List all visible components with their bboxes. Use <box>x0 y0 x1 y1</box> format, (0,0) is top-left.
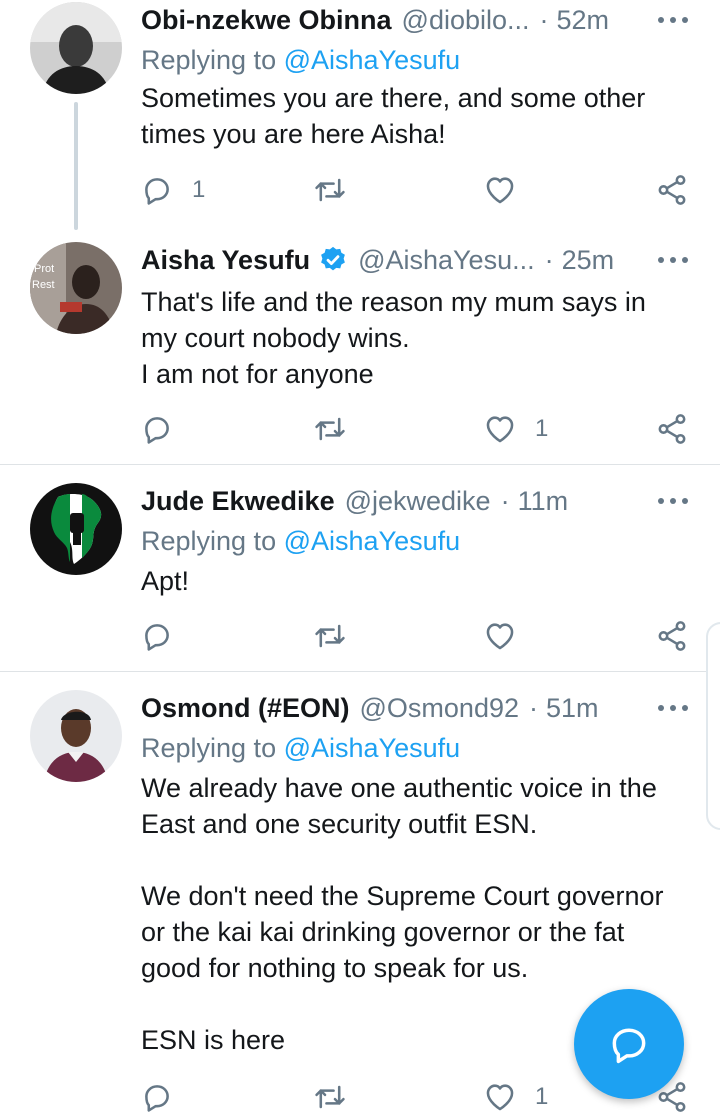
reply-icon <box>140 173 174 207</box>
more-icon[interactable] <box>658 491 688 511</box>
tweet-text-line: Apt! <box>141 566 190 596</box>
reply-count: 1 <box>192 176 206 203</box>
username-handle[interactable]: @jekwedike <box>345 486 491 517</box>
share-icon <box>655 173 689 207</box>
share-button[interactable] <box>655 409 689 449</box>
share-icon <box>655 412 689 446</box>
display-name[interactable]: Osmond (#EON) <box>141 693 350 724</box>
like-button[interactable]: 1 <box>483 409 548 449</box>
display-name[interactable]: Aisha Yesufu <box>141 245 310 276</box>
retweet-icon <box>313 1080 347 1113</box>
retweet-button[interactable] <box>313 1077 347 1113</box>
tweet-text-line: I am not for anyone <box>141 359 374 389</box>
replying-to: Replying to @AishaYesufu <box>141 728 700 768</box>
timestamp[interactable]: 25m <box>562 245 615 276</box>
tweet-obi-nzekwe[interactable]: Obi-nzekwe Obinna @diobilo... · 52m Repl… <box>0 0 720 232</box>
timestamp[interactable]: 52m <box>557 5 610 36</box>
separator: · <box>500 485 510 516</box>
more-icon[interactable] <box>658 10 688 30</box>
avatar[interactable] <box>30 2 122 94</box>
tweet-text-line: We already have one authentic voice in t… <box>141 773 657 803</box>
replying-to-label: Replying to <box>141 45 277 75</box>
tweet-text-line: times you are here Aisha! <box>141 119 446 149</box>
tweet-text-line: good for nothing to speak for us. <box>141 953 529 983</box>
retweet-button[interactable] <box>313 170 347 210</box>
display-name[interactable]: Obi-nzekwe Obinna <box>141 5 392 36</box>
timestamp[interactable]: 51m <box>546 693 599 724</box>
avatar-photo-icon <box>30 690 122 782</box>
svg-text:Rest: Rest <box>32 279 55 291</box>
username-handle[interactable]: @Osmond92 <box>360 693 519 724</box>
tweet-actions: 1 <box>0 170 720 210</box>
verified-badge-icon <box>321 246 345 271</box>
retweet-icon <box>313 173 347 207</box>
replying-to-mention[interactable]: @AishaYesufu <box>284 45 461 75</box>
like-button[interactable] <box>483 616 517 656</box>
tweet-text-line: or the kai kai drinking governor or the … <box>141 917 625 947</box>
reply-button[interactable] <box>140 616 174 656</box>
avatar[interactable] <box>30 483 122 575</box>
reply-icon <box>140 412 174 446</box>
like-count: 1 <box>535 1083 549 1110</box>
avatar-photo-icon: Prot Rest <box>30 242 122 334</box>
display-name[interactable]: Jude Ekwedike <box>141 486 335 517</box>
avatar-photo-icon <box>30 2 122 94</box>
tweet-text-line: We don't need the Supreme Court governor <box>141 881 664 911</box>
compose-icon <box>612 1028 646 1064</box>
edge-panel-handle[interactable] <box>706 622 720 830</box>
retweet-button[interactable] <box>313 409 347 449</box>
replying-to-label: Replying to <box>141 733 277 763</box>
tweet-text-line: Sometimes you are there, and some other <box>141 83 646 113</box>
heart-icon <box>483 173 517 207</box>
replying-to: Replying to @AishaYesufu <box>141 40 700 80</box>
avatar-nigeria-africa-fist-icon <box>30 483 122 575</box>
retweet-icon <box>313 412 347 446</box>
share-button[interactable] <box>655 616 689 656</box>
replying-to-mention[interactable]: @AishaYesufu <box>284 526 461 556</box>
username-handle[interactable]: @AishaYesu... <box>358 245 535 276</box>
reply-button[interactable] <box>140 1077 174 1113</box>
like-button[interactable]: 1 <box>483 1077 548 1113</box>
like-button[interactable] <box>483 170 517 210</box>
timestamp[interactable]: 11m <box>518 486 569 517</box>
replying-to-label: Replying to <box>141 526 277 556</box>
separator: · <box>529 692 538 723</box>
tweet-aisha-yesufu[interactable]: Prot Rest Aisha Yesufu @AishaYesu... · 2… <box>0 232 720 464</box>
tweet-actions: 1 <box>0 409 720 449</box>
heart-icon <box>483 412 517 446</box>
share-button[interactable] <box>655 170 689 210</box>
replying-to-mention[interactable]: @AishaYesufu <box>284 733 461 763</box>
tweet-text: Sometimes you are there, and some other … <box>141 80 690 152</box>
retweet-icon <box>313 619 347 653</box>
svg-text:Prot: Prot <box>34 263 54 275</box>
separator: · <box>544 244 554 275</box>
tweet-text-line: East and one security outfit ESN. <box>141 809 538 839</box>
username-handle[interactable]: @diobilo... <box>402 5 530 36</box>
retweet-button[interactable] <box>313 616 347 656</box>
tweet-text-line: That's life and the reason my mum says i… <box>141 287 646 317</box>
reply-icon <box>140 619 174 653</box>
separator: · <box>539 4 549 35</box>
heart-icon <box>483 1080 517 1113</box>
tweet-jude-ekwedike[interactable]: Jude Ekwedike @jekwedike · 11m Replying … <box>0 465 720 671</box>
tweet-actions <box>0 616 720 656</box>
heart-icon <box>483 619 517 653</box>
more-icon[interactable] <box>658 250 688 270</box>
tweet-text: Apt! <box>141 563 690 599</box>
reply-button[interactable]: 1 <box>140 170 205 210</box>
like-count: 1 <box>535 415 549 442</box>
share-icon <box>655 619 689 653</box>
tweet-text: That's life and the reason my mum says i… <box>141 284 690 392</box>
avatar[interactable]: Prot Rest <box>30 242 122 334</box>
avatar[interactable] <box>30 690 122 782</box>
replying-to: Replying to @AishaYesufu <box>141 521 700 561</box>
reply-button[interactable] <box>140 409 174 449</box>
compose-button[interactable] <box>574 989 684 1099</box>
reply-icon <box>140 1080 174 1113</box>
tweet-text-line: my court nobody wins. <box>141 323 410 353</box>
more-icon[interactable] <box>658 698 688 718</box>
